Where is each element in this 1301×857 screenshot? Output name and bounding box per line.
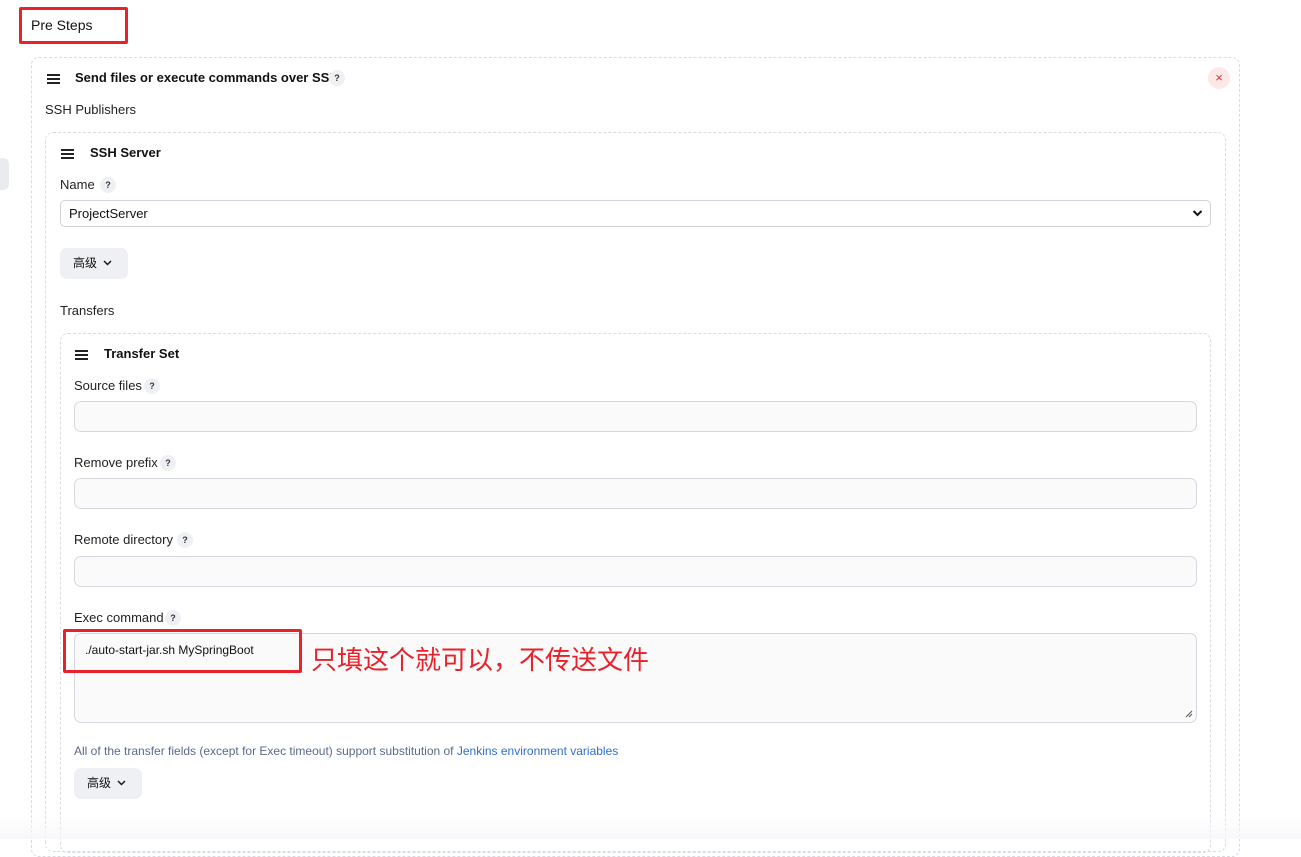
chevron-down-icon: [103, 249, 112, 280]
hint-text: All of the transfer fields (except for E…: [74, 744, 457, 758]
hamburger-icon[interactable]: [61, 149, 74, 159]
annotation-highlight-pre-steps: [19, 7, 128, 44]
jenkins-env-vars-link[interactable]: Jenkins environment variables: [457, 744, 618, 758]
hamburger-icon[interactable]: [75, 350, 88, 360]
remote-directory-label: Remote directory: [74, 532, 173, 547]
server-advanced-button[interactable]: 高级: [60, 248, 128, 279]
side-nav-tab[interactable]: [0, 158, 9, 190]
transfer-set-title: Transfer Set: [104, 346, 180, 361]
remove-prefix-label: Remove prefix: [74, 455, 158, 470]
help-icon[interactable]: ?: [160, 455, 176, 471]
remote-directory-input[interactable]: [74, 556, 1197, 587]
help-icon[interactable]: ?: [165, 610, 181, 626]
resize-handle-icon[interactable]: [1185, 710, 1193, 720]
advanced-label: 高级: [73, 256, 98, 270]
close-icon[interactable]: ×: [1208, 67, 1230, 89]
chevron-down-icon: [117, 769, 126, 800]
annotation-note: 只填这个就可以，不传送文件: [311, 645, 650, 675]
source-files-label: Source files: [74, 378, 142, 393]
ssh-step-title: Send files or execute commands over SSH: [75, 70, 339, 85]
server-name-selected: ProjectServer: [69, 206, 148, 221]
transfers-label: Transfers: [60, 303, 115, 318]
help-icon[interactable]: ?: [177, 532, 193, 548]
ssh-publishers-label: SSH Publishers: [45, 102, 137, 117]
bottom-fade: [0, 815, 1301, 839]
remove-prefix-input[interactable]: [74, 478, 1197, 509]
exec-command-label: Exec command: [74, 610, 164, 625]
help-icon[interactable]: ?: [144, 378, 160, 394]
help-icon[interactable]: ?: [329, 70, 345, 86]
transfer-hint: All of the transfer fields (except for E…: [74, 744, 618, 758]
advanced-label: 高级: [87, 776, 112, 790]
help-icon[interactable]: ?: [100, 177, 116, 193]
hamburger-icon[interactable]: [47, 74, 60, 84]
source-files-input[interactable]: [74, 401, 1197, 432]
server-name-select[interactable]: ProjectServer: [60, 200, 1211, 227]
ssh-server-title: SSH Server: [90, 145, 161, 160]
name-label: Name: [60, 177, 95, 192]
annotation-highlight-exec-command: [63, 629, 302, 673]
chevron-down-icon: [1192, 201, 1203, 236]
transfer-advanced-button[interactable]: 高级: [74, 768, 142, 799]
